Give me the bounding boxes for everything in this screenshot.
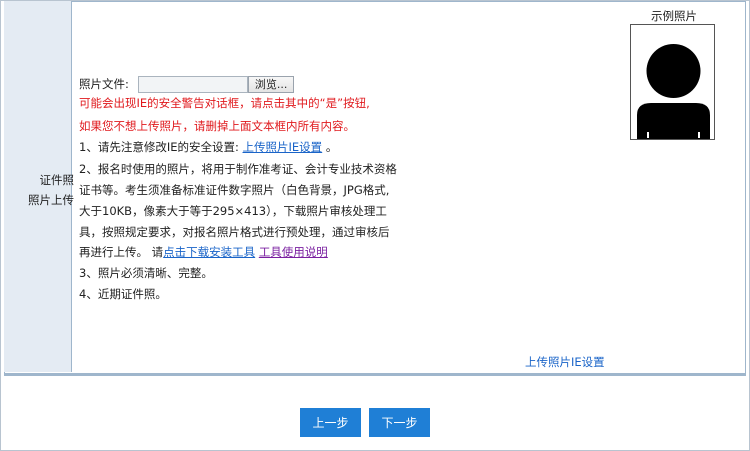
instruction-item-2-line-5: 再进行上传。 请点击下载安装工具 工具使用说明 [79,244,328,260]
instruction-item-2-line-1: 2、报名时使用的照片，将用于制作准考证、会计专业技术资格 [79,162,397,176]
warning-line-2: 如果您不想上传照片，请删掉上面文本框内所有内容。 [79,119,355,133]
person-silhouette-icon [637,44,710,139]
tool-usage-link[interactable]: 工具使用说明 [259,245,328,259]
browse-button[interactable]: 浏览... [247,75,295,93]
table-bottom-border [4,373,746,376]
instruction-item-3: 3、照片必须清晰、完整。 [79,266,213,280]
instruction-item-1: 1、请先注意修改IE的安全设置: 上传照片IE设置 。 [79,139,337,155]
item1-suffix: 。 [322,140,338,154]
row-label-cell: 证件照 照片上传 [4,1,74,372]
instruction-item-2-line-2: 证书等。考生须准备标准证件数字照片（白色背景，JPG格式, [79,183,390,197]
sample-photo-title: 示例照片 [651,9,697,23]
sample-photo [630,24,715,140]
prev-step-button[interactable]: 上一步 [300,408,361,437]
photo-file-label: 照片文件: [79,77,129,91]
row-label: 证件照 照片上传 [16,170,74,210]
instruction-item-2-line-4: 具，按照规定要求，对报名照片格式进行预处理，通过审核后 [79,225,390,239]
instruction-item-2-line-3: 大于10KB，像素大于等于295×413），下载照片审核处理工 [79,204,387,218]
ie-settings-link[interactable]: 上传照片IE设置 [243,140,323,154]
instruction-item-4: 4、近期证件照。 [79,287,167,301]
row-label-line2: 照片上传 [28,193,74,207]
photo-file-input[interactable] [137,75,248,93]
item2-line5-prefix: 再进行上传。 请 [79,245,164,259]
photo-file-row: 照片文件: 浏览... [79,74,295,94]
next-step-button[interactable]: 下一步 [369,408,430,437]
warning-line-1: 可能会出现IE的安全警告对话框，请点击其中的“是”按钮, [79,96,370,110]
download-tool-link[interactable]: 点击下载安装工具 [163,245,255,259]
item1-prefix: 1、请先注意修改IE的安全设置: [79,140,243,154]
bottom-ie-settings-link[interactable]: 上传照片IE设置 [525,354,605,370]
row-label-line1: 证件照 [39,173,75,187]
